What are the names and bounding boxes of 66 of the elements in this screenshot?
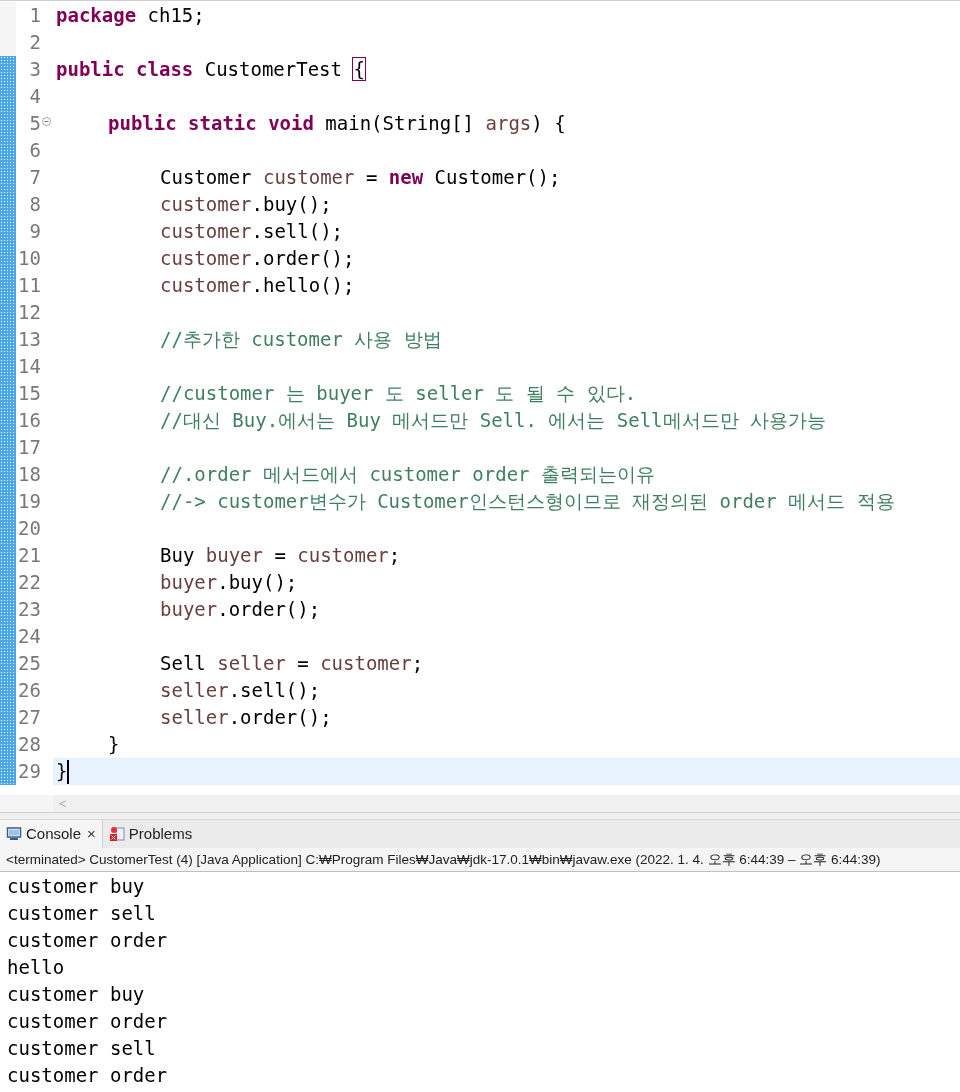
line-number: 24 [18, 624, 41, 650]
line-number: 11 [18, 273, 41, 299]
line-number: 4 [29, 84, 41, 110]
line-number: 22 [18, 570, 41, 596]
line-number: 29 [18, 759, 41, 785]
code-line: //대신 Buy.에서는 Buy 메서드만 Sell. 에서는 Sell메서드만 사용가능 [159, 408, 826, 434]
monitor-icon [6, 826, 22, 842]
code-line: Sell seller = customer; [159, 651, 424, 677]
line-number: 27 [18, 705, 41, 731]
code-line: public static void main(String[] args) { [107, 111, 566, 137]
line-number: 16 [18, 408, 41, 434]
console-output-line: customer buy [7, 874, 146, 899]
line-number: 17 [18, 435, 41, 461]
code-line: //customer 는 buyer 도 seller 도 될 수 있다. [159, 381, 637, 407]
console-output-line: customer order [7, 928, 169, 953]
line-number: 12 [18, 300, 41, 326]
line-number: 8 [29, 192, 41, 218]
code-line: package ch15; [56, 3, 205, 29]
close-icon[interactable]: × [87, 822, 96, 846]
collapse-icon[interactable] [42, 117, 51, 126]
line-number: 13 [18, 327, 41, 353]
console-output-line: hello [7, 955, 66, 980]
ruler-margin [0, 29, 16, 56]
line-number: 21 [18, 543, 41, 569]
line-number: 26 [18, 678, 41, 704]
code-line: public class CustomerTest { [56, 57, 365, 83]
line-number: 28 [18, 732, 41, 758]
code-line: customer.sell(); [159, 219, 344, 245]
code-line: //.order 메서드에서 customer order 출력되는이유 [159, 462, 655, 488]
code-line: buyer.buy(); [159, 570, 298, 596]
code-line: customer.order(); [159, 246, 355, 272]
console-output-line: customer order [7, 1063, 169, 1088]
console-output-line: customer buy [7, 982, 146, 1007]
console-output-line: customer sell [7, 1036, 157, 1061]
line-number: 2 [29, 30, 41, 56]
view-tab[interactable]: Problems [102, 820, 199, 848]
code-line: customer.buy(); [159, 192, 332, 218]
line-number: 7 [29, 165, 41, 191]
line-number: 20 [18, 516, 41, 542]
view-tab[interactable]: Console × [0, 820, 103, 848]
ruler-margin [0, 2, 16, 29]
line-number: 5 [29, 111, 41, 137]
code-line: Customer customer = new Customer(); [159, 165, 561, 191]
line-number: 3 [29, 57, 41, 83]
code-line: seller.order(); [159, 705, 332, 731]
line-number: 18 [18, 462, 41, 488]
error-marker-icon [108, 826, 125, 842]
code-line: //-> customer변수가 Customer인스턴스형이므로 재정의된 order 메서드 적용 [159, 489, 895, 515]
line-number: 9 [29, 219, 41, 245]
line-number: 14 [18, 354, 41, 380]
line-number: 25 [18, 651, 41, 677]
code-line: Buy buyer = customer; [159, 543, 401, 569]
line-number: 6 [29, 138, 41, 164]
console-output-line: customer order [7, 1009, 169, 1034]
line-number: 19 [18, 489, 41, 515]
code-line: seller.sell(); [159, 678, 321, 704]
line-number: 10 [18, 246, 41, 272]
code-line: } [107, 732, 120, 758]
line-number: 15 [18, 381, 41, 407]
code-line: customer.hello(); [159, 273, 355, 299]
line-number: 23 [18, 597, 41, 623]
console-output-line: customer sell [7, 901, 157, 926]
code-line: //추가한 customer 사용 방법 [159, 327, 442, 353]
code-line: buyer.order(); [159, 597, 321, 623]
line-number: 1 [29, 3, 41, 29]
code-line: } [56, 759, 68, 785]
